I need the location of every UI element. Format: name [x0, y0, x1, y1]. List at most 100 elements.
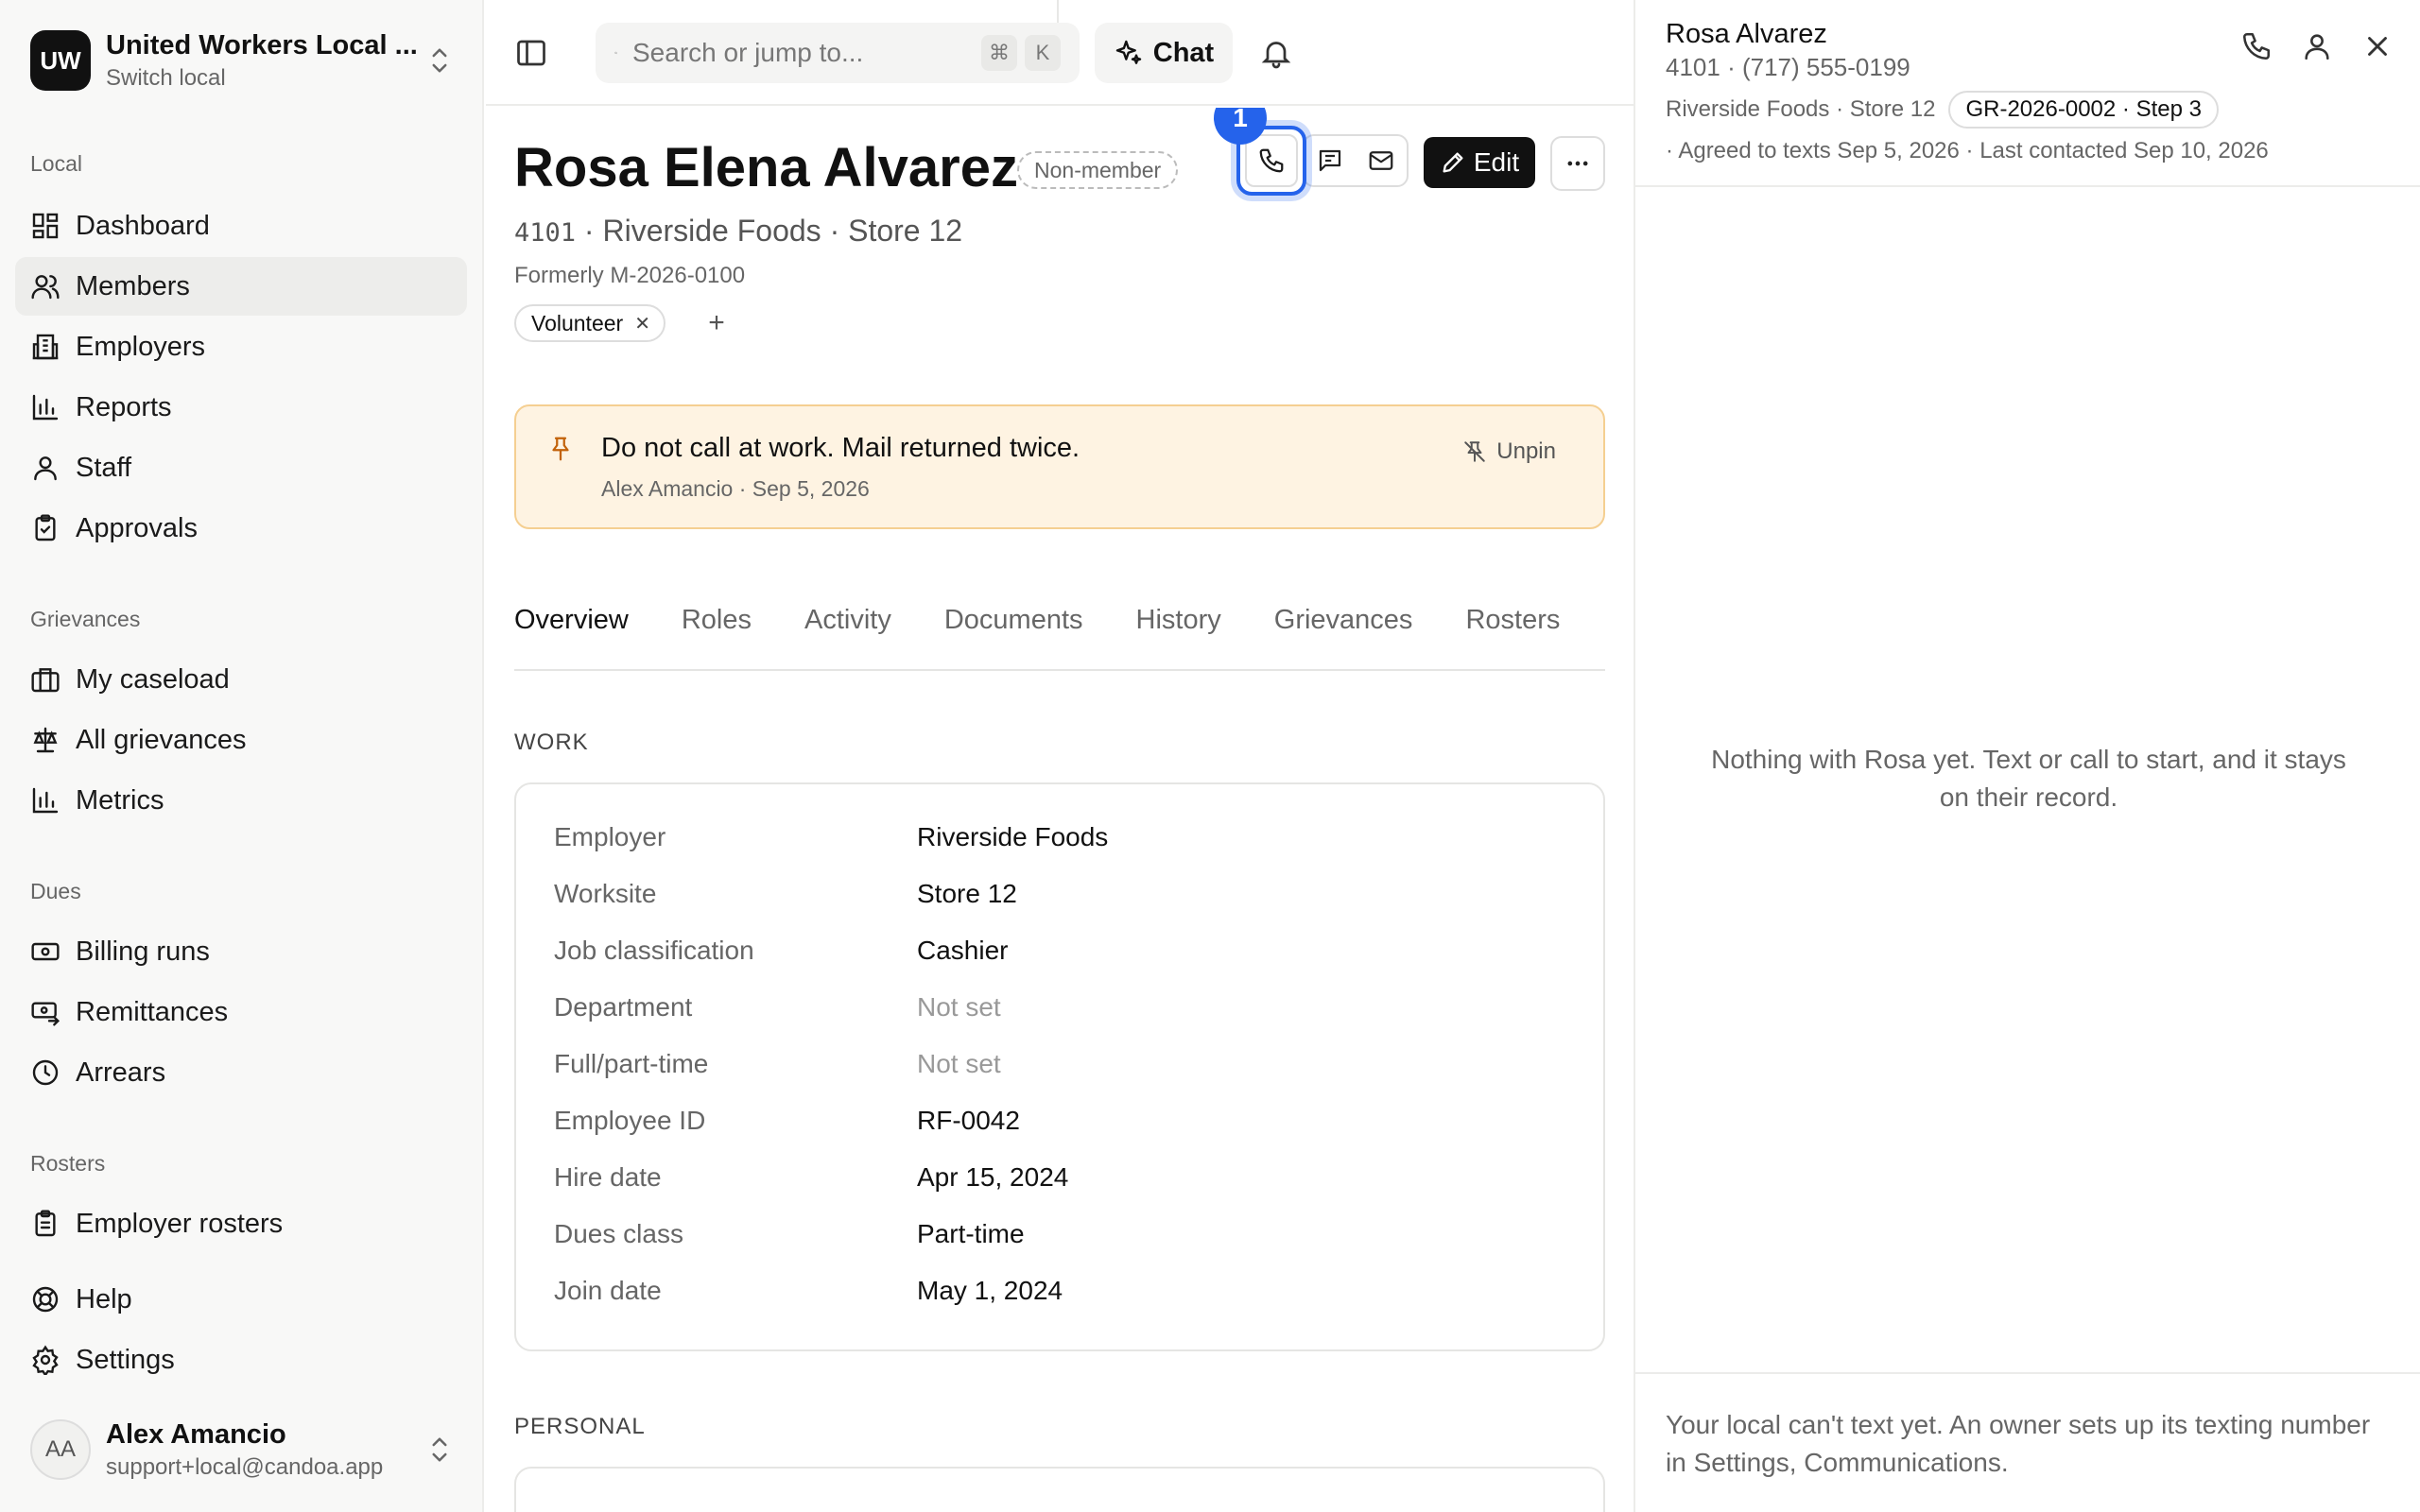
sidebar-item-dashboard[interactable]: Dashboard — [15, 197, 467, 255]
user-icon — [34, 456, 57, 481]
field-value: May 1, 2024 — [917, 1276, 1063, 1305]
search-input[interactable] — [632, 38, 974, 68]
field-value: Riverside Foods — [917, 822, 1109, 851]
clipboard-list-icon — [35, 1210, 56, 1237]
section-label-grievances: Grievances — [30, 607, 141, 631]
status-badge: Non-member — [1017, 151, 1179, 189]
tab-overview[interactable]: Overview — [514, 588, 629, 669]
sidebar-item-all-grievances[interactable]: All grievances — [15, 711, 467, 769]
sidebar-item-help[interactable]: Help — [15, 1270, 467, 1329]
tab-activity[interactable]: Activity — [804, 588, 891, 669]
sidebar-item-billing-runs[interactable]: Billing runs — [15, 922, 467, 981]
empty-state: Nothing with Rosa yet. Text or call to s… — [1711, 745, 2346, 812]
tab-grievances[interactable]: Grievances — [1274, 588, 1413, 669]
email-button[interactable] — [1356, 136, 1407, 185]
sidebar-item-label: Settings — [76, 1344, 175, 1375]
member-employer-line: · Riverside Foods · Store 12 — [576, 214, 963, 248]
panel-worksite: Riverside Foods · Store 12 — [1666, 96, 1936, 122]
avatar: AA — [30, 1419, 91, 1480]
edit-button[interactable]: Edit — [1424, 137, 1535, 188]
field-label: Worksite — [554, 879, 657, 908]
chat-button[interactable]: Chat — [1095, 23, 1233, 83]
section-label-rosters: Rosters — [30, 1151, 106, 1176]
shortcut-key-cmd: ⌘ — [981, 35, 1017, 71]
sidebar-item-label: Dashboard — [76, 210, 210, 241]
sidebar-item-employer-rosters[interactable]: Employer rosters — [15, 1194, 467, 1253]
sidebar-item-members[interactable]: Members — [15, 257, 467, 316]
sidebar-toggle-icon[interactable] — [514, 36, 548, 70]
sidebar-item-metrics[interactable]: Metrics — [15, 771, 467, 830]
org-switch-label: Switch local — [106, 64, 226, 91]
panel-phone-line: 4101 · (717) 555-0199 — [1666, 53, 1910, 81]
grievance-badge[interactable]: GR-2026-0002 · Step 3 — [1948, 91, 2219, 129]
sidebar-item-approvals[interactable]: Approvals — [15, 499, 467, 558]
call-button[interactable]: 1 — [1214, 108, 1306, 196]
tab-history[interactable]: History — [1136, 588, 1221, 669]
dashboard-icon — [32, 213, 59, 239]
tab-roles[interactable]: Roles — [682, 588, 752, 669]
briefcase-icon — [31, 668, 60, 693]
tab-rosters[interactable]: Rosters — [1465, 588, 1560, 669]
user-name: Alex Amancio — [106, 1418, 286, 1450]
user-email: support+local@candoa.app — [106, 1453, 384, 1480]
sidebar-item-label: Staff — [76, 452, 132, 483]
tab-documents[interactable]: Documents — [944, 588, 1083, 669]
field-value: Apr 15, 2024 — [917, 1162, 1069, 1192]
more-actions-button[interactable] — [1550, 136, 1605, 191]
pin-icon — [552, 437, 569, 461]
sidebar-item-label: Billing runs — [76, 936, 210, 967]
field-label: Dues class — [554, 1219, 683, 1248]
section-heading-work: WORK — [514, 730, 589, 755]
close-icon[interactable]: ✕ — [634, 312, 650, 335]
shortcut-key-k: K — [1025, 35, 1061, 71]
tag-label: Volunteer — [531, 310, 624, 335]
unpin-button[interactable]: Unpin — [1462, 438, 1556, 465]
field-label: Department — [554, 992, 693, 1022]
add-tag-button[interactable]: + — [698, 304, 735, 342]
texting-unavailable-notice: Your local can't text yet. An owner sets… — [1666, 1410, 2371, 1477]
text-button[interactable] — [1305, 136, 1356, 185]
field-value: Not set — [917, 992, 1001, 1022]
page-title: Rosa Elena Alvarez — [514, 137, 1018, 198]
panel-profile-button[interactable] — [2301, 30, 2339, 68]
sidebar-item-label: Members — [76, 270, 190, 301]
member-profile: Rosa Elena Alvarez Non-member 1 Edit 410… — [486, 108, 1634, 1512]
field-value: Part-time — [917, 1219, 1025, 1248]
sidebar-item-label: Help — [76, 1283, 132, 1314]
sidebar-item-employers[interactable]: Employers — [15, 318, 467, 376]
sidebar-item-label: Metrics — [76, 784, 164, 816]
message-actions — [1303, 134, 1409, 187]
phone-icon — [1259, 148, 1284, 173]
user-menu[interactable]: AA Alex Amancio support+local@candoa.app — [30, 1416, 454, 1484]
org-switcher[interactable]: UW United Workers Local ... Switch local — [30, 28, 454, 93]
panel-contact-name: Rosa Alvarez — [1666, 19, 1827, 49]
pencil-icon — [1443, 152, 1463, 173]
panel-call-button[interactable] — [2240, 30, 2278, 68]
more-horizontal-icon — [1567, 161, 1588, 166]
profile-tabs: Overview Roles Activity Documents Histor… — [514, 588, 1605, 671]
pin-off-icon — [1464, 441, 1486, 462]
search-bar[interactable]: ⌘ K — [596, 23, 1080, 83]
conversation-panel: Rosa Alvarez 4101 · (717) 555-0199 River… — [1634, 0, 2420, 1512]
sidebar-item-staff[interactable]: Staff — [15, 438, 467, 497]
sidebar-item-reports[interactable]: Reports — [15, 378, 467, 437]
note-meta: Alex Amancio · Sep 5, 2026 — [601, 476, 870, 501]
message-icon — [1319, 149, 1341, 172]
org-name: United Workers Local ... — [106, 29, 418, 60]
sidebar-item-remittances[interactable]: Remittances — [15, 983, 467, 1041]
chat-label: Chat — [1152, 37, 1215, 68]
tag-chip: Volunteer ✕ — [514, 304, 666, 342]
sidebar-item-settings[interactable]: Settings — [15, 1331, 467, 1389]
sidebar-item-arrears[interactable]: Arrears — [15, 1043, 467, 1102]
section-heading-personal: PERSONAL — [514, 1414, 646, 1439]
chevron-up-down-icon — [432, 1437, 447, 1462]
member-number: 4101 — [514, 218, 577, 248]
panel-header: Rosa Alvarez 4101 · (717) 555-0199 River… — [1635, 0, 2420, 187]
bell-icon[interactable] — [1259, 36, 1293, 70]
sidebar-item-my-caseload[interactable]: My caseload — [15, 650, 467, 709]
pinned-note: Do not call at work. Mail returned twice… — [514, 404, 1605, 529]
personal-card — [514, 1467, 1605, 1512]
bar-chart-icon — [32, 787, 59, 814]
section-label-dues: Dues — [30, 879, 81, 903]
panel-close-button[interactable] — [2361, 30, 2399, 68]
